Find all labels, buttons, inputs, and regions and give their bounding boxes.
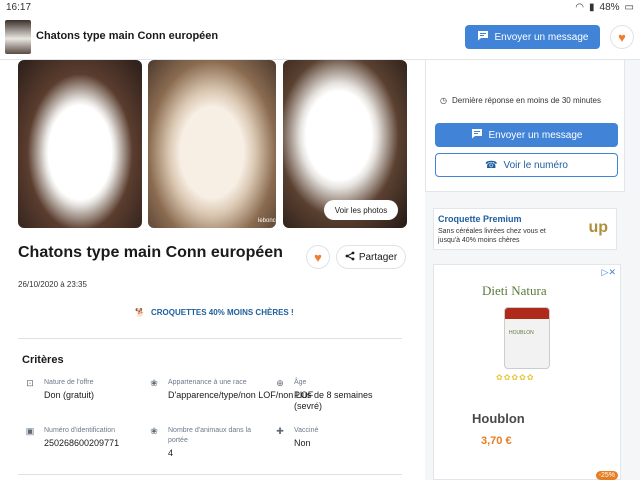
bottle-label: HOUBLON	[509, 330, 534, 336]
favorite-button[interactable]: ♥	[306, 245, 330, 269]
ad-discount-badge: -25%	[595, 471, 618, 480]
listing-main: leboncoin Voir les photos Chatons type m…	[0, 60, 425, 480]
sticky-header: Chatons type main Conn européen Envoyer …	[0, 16, 640, 60]
status-time: 16:17	[6, 2, 32, 13]
photo-2[interactable]: leboncoin	[148, 60, 276, 228]
header-message-button[interactable]: Envoyer un message	[465, 25, 600, 49]
chat-icon	[471, 128, 483, 142]
share-label: Partager	[358, 251, 398, 263]
ad-price: 3,70 €	[481, 435, 512, 447]
criterion-age: ⊕ Âge Plus de 8 semaines (sevré)	[274, 378, 394, 418]
criterion-litter: ❀ Nombre d'animaux dans la portée 4	[148, 426, 268, 466]
criterion-label: Nombre d'animaux dans la portée	[168, 427, 252, 444]
show-phone-button[interactable]: ☎ Voir le numéro	[435, 153, 618, 177]
response-time: ◷ Dernière réponse en moins de 30 minute…	[440, 96, 601, 105]
sponsored-title: Croquette Premium	[438, 214, 522, 224]
ad-choices-icon[interactable]: ▷✕	[602, 267, 616, 278]
share-button[interactable]: Partager	[336, 245, 406, 269]
promo-text: CROQUETTES 40% MOINS CHÈRES !	[150, 308, 294, 317]
criterion-value: Non	[294, 438, 311, 448]
header-favorite-button[interactable]: ♥	[610, 25, 634, 49]
status-bar: 16:17 ◠ ▮ 48% ▭	[0, 0, 640, 16]
heart-icon: ♥	[618, 29, 626, 45]
header-title: Chatons type main Conn européen	[36, 30, 219, 42]
criterion-value: 250268600209771	[44, 438, 120, 448]
criterion-label: Appartenance à une race	[168, 379, 247, 386]
status-right: ◠ ▮ 48% ▭	[575, 2, 634, 13]
show-phone-label: Voir le numéro	[503, 159, 568, 171]
sponsored-description: Sans céréales livrées chez vous et jusqu…	[438, 228, 546, 244]
seller-card: ◷ Dernière réponse en moins de 30 minute…	[425, 60, 625, 192]
photo-1[interactable]	[18, 60, 142, 228]
criterion-vaccine: ✚ Vacciné Non	[274, 426, 394, 456]
product-bottle: HOUBLON	[504, 307, 550, 369]
criterion-label: Vacciné	[294, 427, 319, 434]
offer-icon: ⊡	[26, 378, 34, 388]
criterion-value: 4	[168, 448, 174, 458]
criterion-offer: ⊡ Nature de l'offre Don (gratuit)	[24, 378, 144, 408]
sponsored-banner[interactable]: Croquette Premium Sans céréales livrées …	[433, 208, 617, 250]
ad-product-name: Houblon	[472, 411, 525, 426]
promo-link[interactable]: 🐕 CROQUETTES 40% MOINS CHÈRES !	[135, 308, 294, 317]
listing-date: 26/10/2020 à 23:35	[18, 280, 87, 289]
signal-icon: ▮	[589, 2, 595, 13]
criterion-breed: ❀ Appartenance à une race D'apparence/ty…	[148, 378, 313, 408]
see-photos-button[interactable]: Voir les photos	[324, 200, 398, 220]
share-icon	[345, 251, 355, 264]
criterion-label: Numéro d'identification	[44, 427, 115, 434]
criterion-value: Plus de 8 semaines (sevré)	[294, 390, 373, 411]
clock-icon: ◷	[440, 96, 447, 105]
vaccine-icon: ✚	[276, 426, 284, 436]
id-icon: ▣	[25, 426, 35, 436]
sidebar: ◷ Dernière réponse en moins de 30 minute…	[425, 60, 640, 480]
paw-icon: ❀	[150, 378, 158, 388]
battery-icon: ▭	[624, 2, 634, 13]
display-ad[interactable]: ▷✕ Dieti Natura HOUBLON ✿✿✿✿✿ Houblon 3,…	[433, 264, 621, 480]
chat-icon	[477, 30, 489, 44]
dog-icon: 🐕	[135, 308, 145, 317]
battery-level: 48%	[599, 2, 620, 13]
photo-watermark: leboncoin	[258, 218, 276, 224]
criterion-value: Don (gratuit)	[44, 390, 95, 400]
heart-icon: ♥	[314, 249, 322, 265]
divider	[18, 474, 402, 475]
criterion-label: Âge	[294, 379, 307, 386]
sponsor-logo: up	[588, 219, 608, 236]
divider	[18, 338, 402, 339]
card-message-button[interactable]: Envoyer un message	[435, 123, 618, 147]
card-message-label: Envoyer un message	[488, 129, 583, 141]
litter-icon: ❀	[150, 426, 158, 436]
listing-title: Chatons type main Conn européen	[18, 244, 283, 261]
phone-icon: ☎	[485, 159, 498, 171]
age-icon: ⊕	[276, 378, 284, 388]
ad-brand: Dieti Natura	[482, 283, 547, 298]
wifi-icon: ◠	[575, 2, 585, 13]
criteria-title: Critères	[22, 354, 64, 366]
flower-decoration: ✿✿✿✿✿	[496, 373, 535, 382]
header-message-label: Envoyer un message	[494, 31, 589, 43]
listing-thumbnail[interactable]	[5, 20, 31, 54]
criterion-label: Nature de l'offre	[44, 379, 94, 386]
criterion-id: ▣ Numéro d'identification 25026860020977…	[24, 426, 144, 456]
response-time-text: Dernière réponse en moins de 30 minutes	[451, 96, 601, 105]
